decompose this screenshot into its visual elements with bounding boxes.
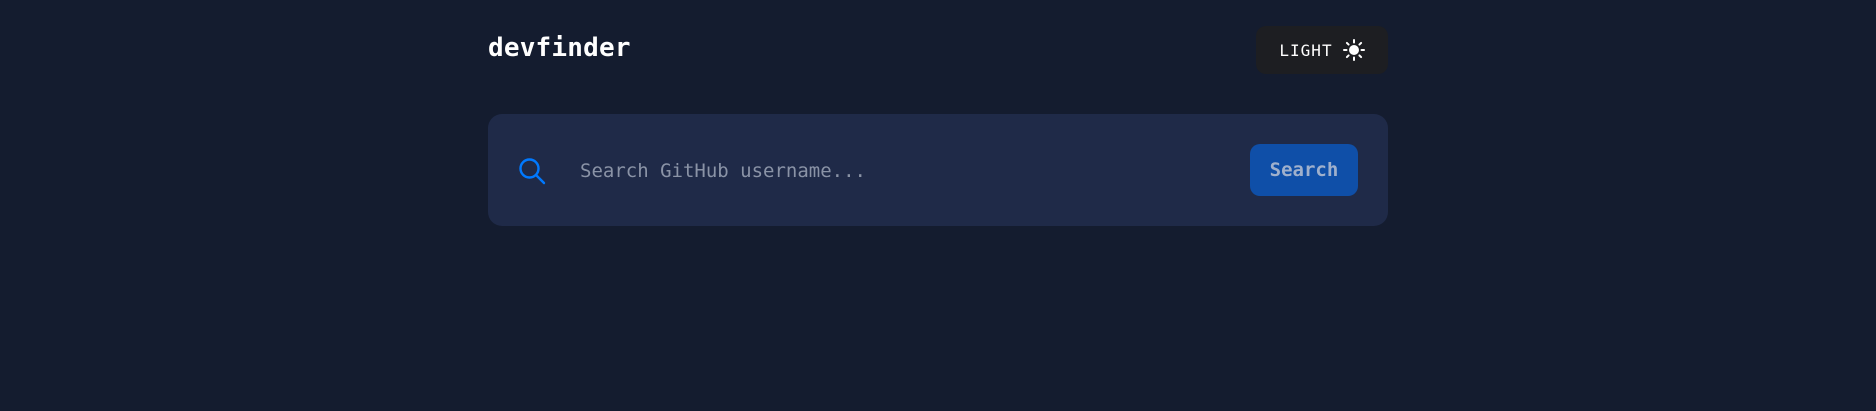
search-input[interactable]	[578, 148, 1182, 194]
search-button[interactable]: Search	[1250, 144, 1358, 196]
search-icon	[518, 157, 546, 185]
sun-icon	[1342, 39, 1365, 61]
theme-toggle-button[interactable]: LIGHT	[1256, 26, 1388, 74]
app-logo: devfinder	[488, 33, 631, 63]
theme-toggle-label: LIGHT	[1279, 40, 1333, 60]
search-bar: Search	[488, 114, 1388, 226]
header: devfinder LIGHT	[488, 26, 1388, 74]
